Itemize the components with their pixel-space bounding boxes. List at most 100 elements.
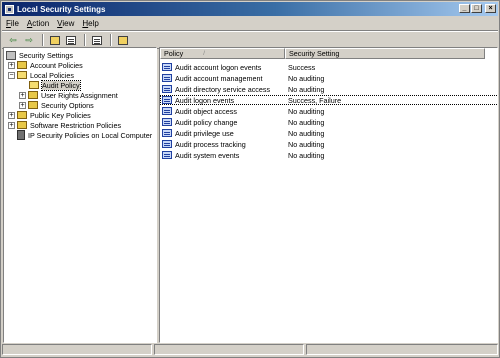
tree-item-software-restriction-policies[interactable]: + Software Restriction Policies bbox=[8, 120, 121, 130]
policy-name: Audit privilege use bbox=[175, 128, 234, 138]
security-settings-icon bbox=[6, 50, 16, 60]
policy-setting: Success bbox=[288, 62, 316, 72]
tree-item-security-options[interactable]: + Security Options bbox=[19, 100, 94, 110]
tree-item-label: User Rights Assignment bbox=[41, 90, 118, 100]
export-list-icon[interactable] bbox=[90, 34, 104, 47]
back-arrow-icon[interactable]: ⇦ bbox=[6, 34, 20, 47]
menu-bar: File Action View Help bbox=[2, 17, 498, 31]
tree-item-public-key-policies[interactable]: + Public Key Policies bbox=[8, 110, 91, 120]
menu-help[interactable]: Help bbox=[78, 19, 102, 28]
policy-name: Audit system events bbox=[175, 150, 240, 160]
policy-icon bbox=[162, 85, 172, 93]
app-icon[interactable] bbox=[5, 4, 14, 14]
tree-item-label: Audit Policy bbox=[41, 79, 81, 91]
policy-row-audit-privilege-use[interactable]: Audit privilege use No auditing bbox=[160, 128, 497, 138]
policy-icon bbox=[162, 140, 172, 148]
list-header: Policy / Security Setting bbox=[160, 48, 497, 59]
details-list-view[interactable]: Policy / Security Setting Audit account … bbox=[159, 47, 498, 343]
policy-setting: No auditing bbox=[288, 106, 325, 116]
policy-icon bbox=[162, 74, 172, 82]
minimize-button[interactable]: _ bbox=[459, 4, 470, 13]
policy-icon bbox=[162, 107, 172, 115]
tree-item-audit-policy[interactable]: Audit Policy bbox=[29, 79, 81, 91]
tree-item-ip-security-policies[interactable]: IP Security Policies on Local Computer bbox=[17, 130, 152, 140]
status-panel bbox=[306, 344, 498, 355]
menu-view[interactable]: View bbox=[53, 19, 78, 28]
policy-row-audit-directory-service-access[interactable]: Audit directory service access No auditi… bbox=[160, 84, 497, 94]
policy-icon bbox=[162, 118, 172, 126]
tree-item-label: Local Policies bbox=[30, 70, 74, 80]
close-button[interactable]: × bbox=[485, 4, 496, 13]
policy-setting: Success, Failure bbox=[288, 95, 342, 105]
column-header-security-setting[interactable]: Security Setting bbox=[285, 48, 485, 59]
policy-setting: No auditing bbox=[288, 150, 325, 160]
tree-item-label: Software Restriction Policies bbox=[30, 120, 122, 130]
maximize-button[interactable]: □ bbox=[471, 4, 482, 13]
tree-item-security-settings[interactable]: Security Settings bbox=[6, 50, 73, 60]
expand-icon[interactable]: + bbox=[19, 101, 26, 109]
folder-icon bbox=[17, 121, 27, 129]
open-folder-icon bbox=[29, 81, 39, 89]
collapse-icon[interactable]: − bbox=[8, 71, 15, 79]
folder-icon bbox=[28, 91, 38, 99]
policy-icon bbox=[162, 96, 172, 104]
tree-item-user-rights-assignment[interactable]: + User Rights Assignment bbox=[19, 90, 118, 100]
show-tree-icon[interactable] bbox=[64, 34, 78, 47]
toolbar-separator bbox=[110, 34, 112, 46]
policy-setting: No auditing bbox=[288, 117, 325, 127]
forward-arrow-icon[interactable]: ⇨ bbox=[22, 34, 36, 47]
ip-security-icon bbox=[17, 130, 25, 140]
expand-icon[interactable]: + bbox=[8, 111, 15, 119]
policy-icon bbox=[162, 129, 172, 137]
policy-setting: No auditing bbox=[288, 84, 325, 94]
menu-file[interactable]: File bbox=[2, 19, 23, 28]
policy-setting: No auditing bbox=[288, 128, 325, 138]
status-panel bbox=[2, 344, 152, 355]
window-controls: _ □ × bbox=[459, 4, 496, 13]
policy-name: Audit process tracking bbox=[175, 139, 246, 149]
tree-item-account-policies[interactable]: + Account Policies bbox=[8, 60, 83, 70]
tree-item-label: Security Settings bbox=[19, 50, 73, 60]
policy-name: Audit logon events bbox=[175, 95, 235, 105]
menu-action[interactable]: Action bbox=[23, 19, 53, 28]
policy-row-audit-object-access[interactable]: Audit object access No auditing bbox=[160, 106, 497, 116]
tree-item-label: Account Policies bbox=[30, 60, 83, 70]
local-security-settings-window: Local Security Settings _ □ × File Actio… bbox=[0, 0, 500, 358]
up-folder-icon[interactable] bbox=[48, 34, 62, 47]
expand-icon[interactable]: + bbox=[8, 61, 15, 69]
window-title: Local Security Settings bbox=[17, 4, 106, 14]
tree-item-label: Security Options bbox=[41, 100, 94, 110]
policy-row-audit-policy-change[interactable]: Audit policy change No auditing bbox=[160, 117, 497, 127]
toolbar-separator bbox=[84, 34, 86, 46]
tree-item-local-policies[interactable]: − Local Policies bbox=[8, 70, 74, 80]
properties-icon[interactable] bbox=[116, 34, 130, 47]
status-panel bbox=[154, 344, 304, 355]
folder-icon bbox=[17, 111, 27, 119]
policy-row-audit-process-tracking[interactable]: Audit process tracking No auditing bbox=[160, 139, 497, 149]
open-folder-icon bbox=[17, 71, 27, 79]
policy-setting: No auditing bbox=[288, 73, 325, 83]
policy-icon bbox=[162, 63, 172, 71]
policy-name: Audit account management bbox=[175, 73, 263, 83]
tree-item-label: IP Security Policies on Local Computer bbox=[28, 130, 153, 140]
policy-name: Audit directory service access bbox=[175, 84, 271, 94]
policy-icon bbox=[162, 151, 172, 159]
expand-icon[interactable]: + bbox=[19, 91, 26, 99]
policy-setting: No auditing bbox=[288, 139, 325, 149]
title-bar[interactable]: Local Security Settings _ □ × bbox=[2, 2, 498, 16]
column-header-policy[interactable]: Policy / bbox=[160, 48, 285, 59]
expand-icon[interactable]: + bbox=[8, 121, 15, 129]
toolbar-separator bbox=[42, 34, 44, 46]
console-tree[interactable]: Security Settings + Account Policies − L… bbox=[3, 47, 157, 343]
policy-name: Audit object access bbox=[175, 106, 237, 116]
policy-row-audit-system-events[interactable]: Audit system events No auditing bbox=[160, 150, 497, 160]
policy-row-audit-account-management[interactable]: Audit account management No auditing bbox=[160, 73, 497, 83]
policy-name: Audit account logon events bbox=[175, 62, 262, 72]
status-bar bbox=[2, 344, 498, 357]
sort-indicator-icon: / bbox=[203, 50, 205, 57]
folder-icon bbox=[28, 101, 38, 109]
policy-row-audit-logon-events[interactable]: Audit logon events Success, Failure bbox=[160, 95, 497, 105]
folder-icon bbox=[17, 61, 27, 69]
policy-name: Audit policy change bbox=[175, 117, 238, 127]
policy-row-audit-account-logon-events[interactable]: Audit account logon events Success bbox=[160, 62, 497, 72]
